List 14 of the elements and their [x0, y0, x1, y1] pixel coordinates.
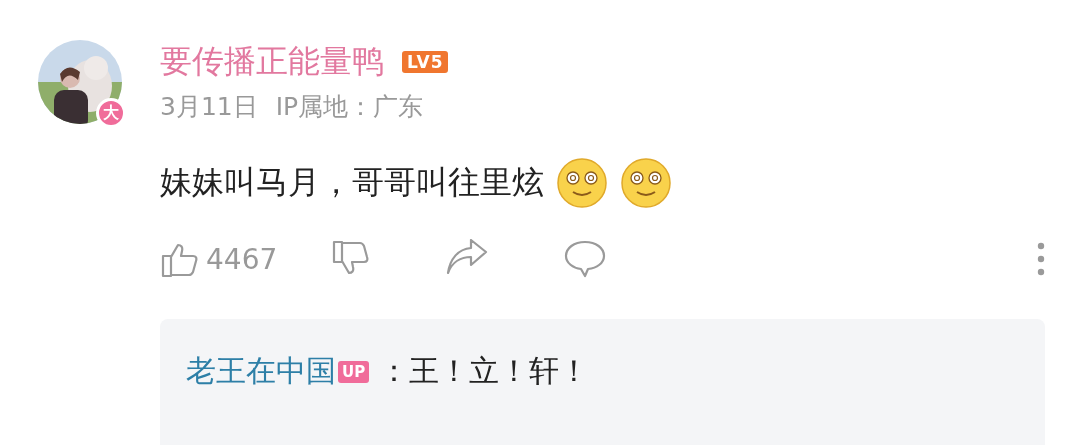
smiley-emoji-icon: [620, 157, 672, 209]
ip-location: IP属地：广东: [275, 91, 424, 123]
level-badge: LV5: [402, 51, 449, 73]
like-count: 4467: [206, 242, 278, 276]
comment-date: 3月11日: [160, 91, 258, 123]
more-options-icon[interactable]: [1037, 242, 1045, 276]
smiley-emoji-icon: [556, 157, 608, 209]
comment-text: 妹妹叫马月，哥哥叫往里炫: [160, 162, 544, 203]
username[interactable]: 要传播正能量鸭: [160, 40, 384, 84]
comment-icon[interactable]: [563, 239, 608, 279]
up-badge: UP: [338, 360, 370, 383]
reply-author[interactable]: 老王在中国: [186, 351, 336, 392]
avatar-badge: 大: [96, 98, 126, 128]
reply-text: ：王！立！轩！: [379, 352, 590, 390]
